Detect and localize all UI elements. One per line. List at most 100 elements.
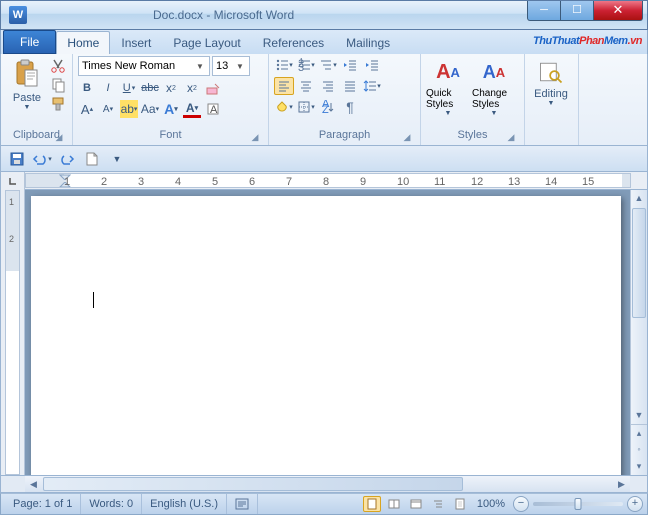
status-language[interactable]: English (U.S.) (142, 494, 227, 514)
justify-button[interactable] (340, 77, 360, 95)
ribbon: Paste ▼ Clipboard◢ Times New Roman▼ 13▼ … (0, 54, 648, 146)
bullets-button[interactable]: ▾ (274, 56, 294, 74)
undo-button[interactable]: ▾ (32, 149, 52, 169)
horizontal-ruler[interactable]: 123456789101112131415 (25, 173, 631, 188)
svg-text:A: A (210, 104, 218, 116)
maximize-button[interactable]: ☐ (560, 1, 594, 21)
status-bar: Page: 1 of 1 Words: 0 English (U.S.) 100… (0, 493, 648, 515)
vertical-ruler[interactable]: 12 (5, 190, 20, 475)
highlight-button[interactable]: ab▾ (120, 100, 138, 118)
save-button[interactable] (7, 149, 27, 169)
qat-customize-button[interactable]: ▼ (107, 149, 127, 169)
scroll-left-button[interactable]: ◀ (25, 476, 42, 493)
svg-text:3: 3 (298, 62, 304, 72)
close-button[interactable]: ✕ (593, 1, 643, 21)
paste-button[interactable]: Paste ▼ (6, 56, 48, 111)
vertical-scrollbar[interactable]: ▲ ▼ ▴ ◦ ▾ (630, 190, 647, 475)
font-dialog-launcher[interactable]: ◢ (249, 132, 261, 144)
document-page[interactable] (31, 196, 621, 475)
clear-formatting-button[interactable] (204, 79, 222, 97)
svg-text:Z: Z (322, 104, 329, 114)
outline-view-button[interactable] (429, 496, 447, 512)
quick-styles-button[interactable]: AA Quick Styles▼ (426, 56, 470, 117)
line-spacing-button[interactable]: ▾ (362, 77, 382, 95)
paragraph-dialog-launcher[interactable]: ◢ (401, 132, 413, 144)
zoom-in-button[interactable]: + (627, 496, 643, 512)
bold-button[interactable]: B (78, 79, 96, 97)
show-hide-button[interactable]: ¶ (340, 98, 360, 116)
status-words[interactable]: Words: 0 (81, 494, 142, 514)
document-area: 12 ▲ ▼ ▴ ◦ ▾ (0, 190, 648, 476)
horizontal-scrollbar[interactable]: ◀ ▶ (25, 476, 630, 492)
tab-page-layout[interactable]: Page Layout (162, 31, 251, 54)
format-painter-icon[interactable] (50, 96, 66, 112)
italic-button[interactable]: I (99, 79, 117, 97)
minimize-button[interactable]: ─ (527, 1, 561, 21)
zoom-slider[interactable] (533, 502, 623, 506)
tab-mailings[interactable]: Mailings (335, 31, 401, 54)
group-styles: AA Quick Styles▼ AA Change Styles▼ Style… (421, 54, 525, 145)
quick-access-toolbar: ▾ ▼ (0, 146, 648, 172)
cut-icon[interactable] (50, 58, 66, 74)
align-right-button[interactable] (318, 77, 338, 95)
shading-button[interactable]: ▾ (274, 98, 294, 116)
change-styles-button[interactable]: AA Change Styles▼ (472, 56, 516, 117)
increase-indent-button[interactable] (362, 56, 382, 74)
underline-button[interactable]: U▾ (120, 79, 138, 97)
next-page-button[interactable]: ▾ (631, 458, 647, 475)
subscript-button[interactable]: x2 (162, 79, 180, 97)
group-paragraph: ▾ 123▾ ▾ ▾ ▾ ▾ AZ ¶ Paragraph◢ (269, 54, 421, 145)
decrease-indent-button[interactable] (340, 56, 360, 74)
browse-object-button[interactable]: ◦ (631, 441, 647, 458)
tab-selector[interactable] (1, 172, 25, 190)
overtype-icon (235, 498, 249, 510)
web-layout-view-button[interactable] (407, 496, 425, 512)
full-screen-reading-view-button[interactable] (385, 496, 403, 512)
status-insert-mode[interactable] (227, 494, 258, 514)
zoom-level[interactable]: 100% (477, 498, 505, 510)
sort-button[interactable]: AZ (318, 98, 338, 116)
text-effects-button[interactable]: A▾ (162, 100, 180, 118)
editing-button[interactable]: Editing▼ (530, 56, 572, 107)
font-color-button[interactable]: A▾ (183, 100, 201, 118)
window-title: Doc.docx - Microsoft Word (153, 8, 294, 22)
print-layout-view-button[interactable] (363, 496, 381, 512)
character-shading-button[interactable]: A (204, 100, 222, 118)
scroll-up-button[interactable]: ▲ (631, 190, 647, 207)
font-family-combo[interactable]: Times New Roman▼ (78, 56, 210, 76)
tab-references[interactable]: References (252, 31, 335, 54)
styles-dialog-launcher[interactable]: ◢ (505, 132, 517, 144)
status-page[interactable]: Page: 1 of 1 (5, 494, 81, 514)
shrink-font-button[interactable]: A▾ (99, 100, 117, 118)
tab-home[interactable]: Home (56, 31, 110, 54)
title-bar: W Doc.docx - Microsoft Word ─ ☐ ✕ (0, 0, 648, 30)
horizontal-scrollbar-row: ◀ ▶ (0, 476, 648, 493)
strikethrough-button[interactable]: abc (141, 79, 159, 97)
scroll-down-button[interactable]: ▼ (631, 407, 647, 424)
zoom-slider-handle[interactable] (575, 498, 582, 510)
new-document-button[interactable] (82, 149, 102, 169)
align-left-button[interactable] (274, 77, 294, 95)
find-icon (537, 58, 565, 86)
zoom-out-button[interactable]: − (513, 496, 529, 512)
superscript-button[interactable]: x2 (183, 79, 201, 97)
numbering-button[interactable]: 123▾ (296, 56, 316, 74)
paste-icon (11, 58, 43, 90)
scroll-right-button[interactable]: ▶ (613, 476, 630, 493)
tab-file[interactable]: File (3, 30, 56, 54)
prev-page-button[interactable]: ▴ (631, 424, 647, 441)
vertical-scroll-thumb[interactable] (632, 208, 646, 318)
grow-font-button[interactable]: A▴ (78, 100, 96, 118)
multilevel-list-button[interactable]: ▾ (318, 56, 338, 74)
horizontal-scroll-thumb[interactable] (43, 477, 463, 491)
tab-insert[interactable]: Insert (110, 31, 162, 54)
copy-icon[interactable] (50, 77, 66, 93)
redo-button[interactable] (57, 149, 77, 169)
change-case-button[interactable]: Aa▾ (141, 100, 159, 118)
group-editing: Editing▼ (525, 54, 579, 145)
font-size-combo[interactable]: 13▼ (212, 56, 250, 76)
borders-button[interactable]: ▾ (296, 98, 316, 116)
draft-view-button[interactable] (451, 496, 469, 512)
clipboard-dialog-launcher[interactable]: ◢ (53, 132, 65, 144)
align-center-button[interactable] (296, 77, 316, 95)
